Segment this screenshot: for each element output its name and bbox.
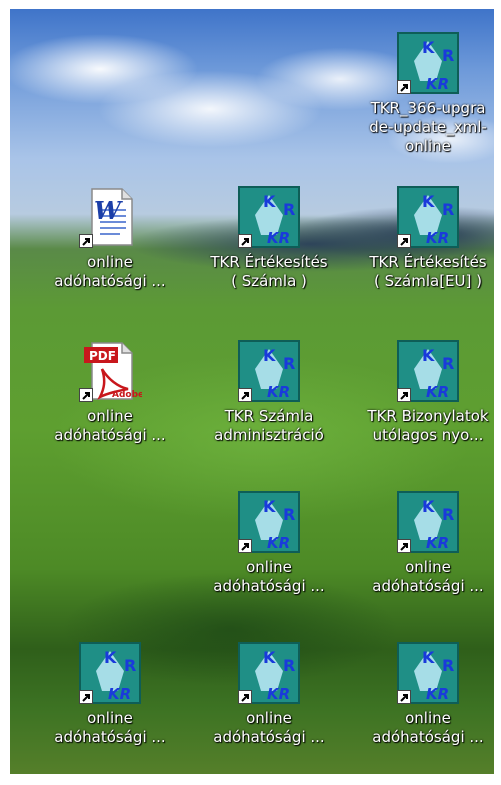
desktop-icon-word-online-adohatosagi[interactable]: W online adóhatósági ...	[35, 185, 185, 291]
svg-text:K: K	[263, 192, 276, 211]
desktop-wallpaper[interactable]: K R KR TKR_366-upgra de-update_xml- onli…	[10, 9, 494, 774]
svg-text:KR: KR	[108, 685, 131, 703]
svg-text:KR: KR	[267, 229, 290, 247]
tkr-app-icon: K R KR	[396, 641, 460, 705]
icon-label: online adóhatósági ...	[54, 253, 166, 290]
tkr-app-icon: K R KR	[237, 490, 301, 554]
svg-text:R: R	[442, 505, 454, 524]
tkr-app-icon: K R KR	[237, 641, 301, 705]
desktop-icon-tkr-online-adohatosagi-3[interactable]: K R KR online adóhatósági ...	[35, 641, 185, 747]
svg-text:K: K	[263, 346, 276, 365]
svg-text:W: W	[94, 196, 123, 225]
svg-text:R: R	[124, 656, 136, 675]
tkr-app-icon: K R KR	[237, 339, 301, 403]
tkr-app-icon: K R KR	[396, 185, 460, 249]
icon-label: online adóhatósági ...	[54, 709, 166, 746]
tkr-app-icon: K R KR	[78, 641, 142, 705]
desktop-icon-tkr-366-upgrade[interactable]: K R KR TKR_366-upgra de-update_xml- onli…	[353, 31, 494, 156]
svg-text:K: K	[422, 497, 435, 516]
svg-text:R: R	[283, 354, 295, 373]
svg-text:KR: KR	[426, 75, 449, 93]
shortcut-arrow-icon	[397, 80, 411, 94]
svg-text:R: R	[442, 46, 454, 65]
svg-text:K: K	[422, 346, 435, 365]
svg-text:K: K	[422, 648, 435, 667]
shortcut-arrow-icon	[397, 388, 411, 402]
shortcut-arrow-icon	[397, 234, 411, 248]
shortcut-arrow-icon	[238, 234, 252, 248]
svg-text:K: K	[263, 648, 276, 667]
desktop-icon-tkr-online-adohatosagi-1[interactable]: K R KR online adóhatósági ...	[194, 490, 344, 596]
svg-text:R: R	[283, 505, 295, 524]
svg-text:R: R	[442, 354, 454, 373]
shortcut-arrow-icon	[238, 539, 252, 553]
tkr-app-icon: K R KR	[396, 490, 460, 554]
pdf-document-icon: PDF Adobe	[78, 339, 144, 403]
shortcut-arrow-icon	[238, 388, 252, 402]
icon-label: TKR_366-upgra de-update_xml- online	[369, 99, 487, 155]
desktop-icon-tkr-online-adohatosagi-5[interactable]: K R KR online adóhatósági ...	[353, 641, 494, 747]
tkr-app-icon: K R KR	[237, 185, 301, 249]
icon-label: online adóhatósági ...	[372, 558, 484, 595]
tkr-app-icon: K R KR	[396, 31, 460, 95]
icon-label: online adóhatósági ...	[54, 407, 166, 444]
svg-text:R: R	[283, 656, 295, 675]
shortcut-arrow-icon	[79, 234, 93, 248]
svg-text:KR: KR	[267, 383, 290, 401]
svg-text:K: K	[104, 648, 117, 667]
svg-text:K: K	[263, 497, 276, 516]
tkr-app-icon: K R KR	[396, 339, 460, 403]
desktop-icon-tkr-szamla-adminisztracio[interactable]: K R KR TKR Számla adminisztráció	[194, 339, 344, 445]
svg-text:PDF: PDF	[89, 349, 116, 363]
svg-text:KR: KR	[426, 534, 449, 552]
word-document-icon: W	[78, 185, 142, 249]
desktop-icon-tkr-bizonylatok[interactable]: K R KR TKR Bizonylatok utólagos nyo...	[353, 339, 494, 445]
icon-label: TKR Számla adminisztráció	[214, 407, 324, 444]
icon-label: TKR Értékesítés ( Számla[EU] )	[369, 253, 487, 290]
shortcut-arrow-icon	[238, 690, 252, 704]
icon-label: online adóhatósági ...	[213, 558, 325, 595]
svg-text:R: R	[442, 656, 454, 675]
icon-label: TKR Bizonylatok utólagos nyo...	[367, 407, 489, 444]
svg-text:KR: KR	[426, 229, 449, 247]
svg-text:KR: KR	[426, 383, 449, 401]
shortcut-arrow-icon	[79, 388, 93, 402]
desktop-icon-tkr-online-adohatosagi-4[interactable]: K R KR online adóhatósági ...	[194, 641, 344, 747]
svg-text:KR: KR	[426, 685, 449, 703]
svg-text:KR: KR	[267, 534, 290, 552]
svg-text:Adobe: Adobe	[112, 390, 142, 400]
svg-text:R: R	[283, 200, 295, 219]
shortcut-arrow-icon	[397, 539, 411, 553]
desktop-icon-tkr-ertekesites-szamla[interactable]: K R KR TKR Értékesítés ( Számla )	[194, 185, 344, 291]
svg-text:KR: KR	[267, 685, 290, 703]
desktop-icon-pdf-online-adohatosagi[interactable]: PDF Adobe online adóhatósági ...	[35, 339, 185, 445]
svg-text:K: K	[422, 192, 435, 211]
svg-text:K: K	[422, 38, 435, 57]
icon-label: online adóhatósági ...	[372, 709, 484, 746]
shortcut-arrow-icon	[79, 690, 93, 704]
svg-text:R: R	[442, 200, 454, 219]
shortcut-arrow-icon	[397, 690, 411, 704]
icon-label: TKR Értékesítés ( Számla )	[210, 253, 328, 290]
desktop-icon-tkr-online-adohatosagi-2[interactable]: K R KR online adóhatósági ...	[353, 490, 494, 596]
icon-label: online adóhatósági ...	[213, 709, 325, 746]
desktop-icon-tkr-ertekesites-szamla-eu[interactable]: K R KR TKR Értékesítés ( Számla[EU] )	[353, 185, 494, 291]
